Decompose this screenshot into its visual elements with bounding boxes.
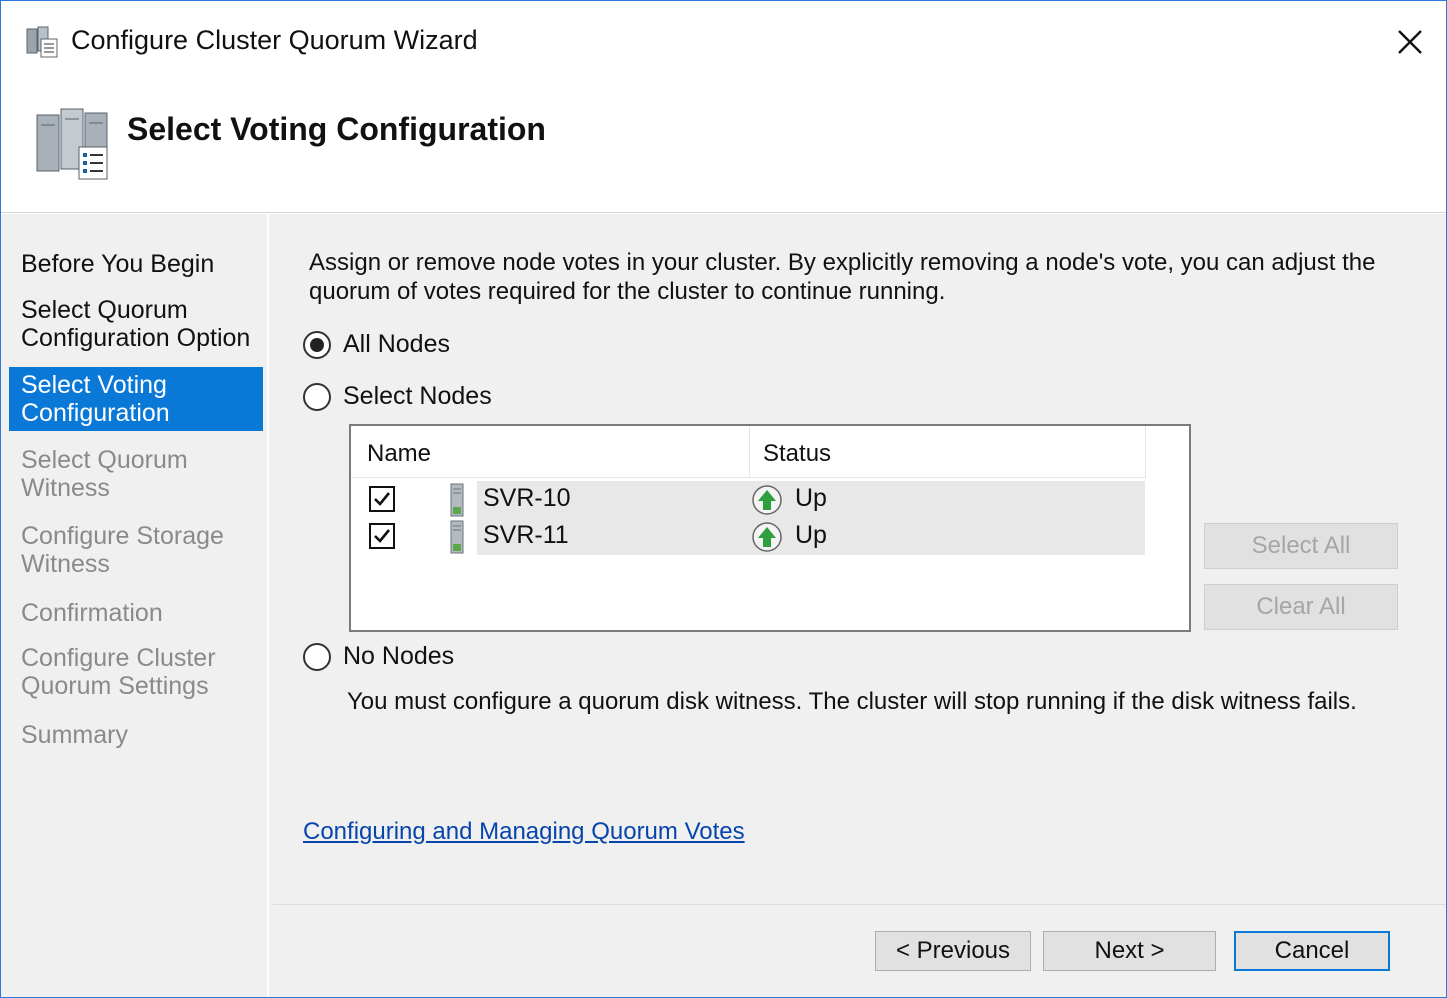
column-header-name[interactable]: Name bbox=[367, 440, 431, 468]
nodes-list: Name Status SVR-10 Up SVR-11 Up bbox=[349, 424, 1191, 632]
no-nodes-option[interactable]: No Nodes bbox=[303, 642, 454, 671]
checkmark-icon bbox=[374, 529, 391, 543]
column-divider[interactable] bbox=[749, 426, 750, 478]
step-summary: Summary bbox=[21, 721, 128, 749]
column-divider[interactable] bbox=[1145, 426, 1146, 478]
step-select-quorum-witness: Select Quorum Witness bbox=[21, 446, 188, 502]
node-status: Up bbox=[795, 484, 827, 512]
checkmark-icon bbox=[374, 492, 391, 506]
node-status: Up bbox=[795, 521, 827, 549]
table-row[interactable]: SVR-10 Up bbox=[351, 481, 1145, 518]
main-panel: Assign or remove node votes in your clus… bbox=[273, 214, 1446, 904]
no-nodes-radio[interactable] bbox=[303, 642, 331, 671]
cluster-servers-icon bbox=[36, 108, 108, 180]
table-row[interactable]: SVR-11 Up bbox=[351, 518, 1145, 555]
no-nodes-label: No Nodes bbox=[343, 642, 455, 670]
select-nodes-option[interactable]: Select Nodes bbox=[303, 382, 492, 411]
previous-button[interactable]: < Previous bbox=[875, 931, 1031, 971]
up-arrow-icon bbox=[752, 485, 782, 515]
step-configure-cluster-quorum-settings: Configure Cluster Quorum Settings bbox=[21, 644, 216, 700]
clear-all-button[interactable]: Clear All bbox=[1204, 584, 1398, 630]
step-before-you-begin: Before You Begin bbox=[21, 250, 215, 278]
title-bar: Configure Cluster Quorum Wizard bbox=[1, 1, 1446, 83]
cluster-wizard-icon bbox=[26, 26, 58, 58]
server-icon bbox=[450, 520, 464, 554]
node-name: SVR-10 bbox=[483, 484, 571, 512]
wizard-footer: < Previous Next > Cancel bbox=[273, 904, 1446, 997]
column-header-status[interactable]: Status bbox=[763, 440, 831, 468]
step-select-voting-configuration: Select Voting Configuration bbox=[9, 367, 263, 431]
nodes-list-header: Name Status bbox=[351, 426, 1146, 478]
step-confirmation: Confirmation bbox=[21, 599, 163, 627]
radio-selected-dot bbox=[310, 337, 324, 352]
all-nodes-option[interactable]: All Nodes bbox=[303, 330, 450, 359]
help-link[interactable]: Configuring and Managing Quorum Votes bbox=[303, 818, 745, 846]
intro-text: Assign or remove node votes in your clus… bbox=[309, 249, 1376, 305]
wizard-steps: Before You Begin Select Quorum Configura… bbox=[9, 214, 269, 997]
wizard-header: Select Voting Configuration bbox=[1, 83, 1446, 213]
step-select-quorum-configuration-option: Select Quorum Configuration Option bbox=[21, 296, 251, 352]
next-button[interactable]: Next > bbox=[1043, 931, 1216, 971]
step-configure-storage-witness: Configure Storage Witness bbox=[21, 522, 224, 578]
all-nodes-label: All Nodes bbox=[343, 330, 450, 358]
up-arrow-icon bbox=[752, 522, 782, 552]
window-title: Configure Cluster Quorum Wizard bbox=[71, 25, 478, 55]
select-nodes-label: Select Nodes bbox=[343, 382, 492, 410]
select-all-button[interactable]: Select All bbox=[1204, 523, 1398, 569]
content-area: Before You Begin Select Quorum Configura… bbox=[1, 214, 1446, 997]
node-checkbox[interactable] bbox=[369, 486, 395, 512]
select-nodes-radio[interactable] bbox=[303, 382, 331, 411]
node-name: SVR-11 bbox=[483, 521, 569, 549]
no-nodes-warning: You must configure a quorum disk witness… bbox=[347, 688, 1357, 715]
close-icon bbox=[1398, 30, 1422, 54]
wizard-window: Configure Cluster Quorum Wizard Select V… bbox=[0, 0, 1447, 998]
cancel-button[interactable]: Cancel bbox=[1234, 931, 1390, 971]
node-checkbox[interactable] bbox=[369, 523, 395, 549]
page-title: Select Voting Configuration bbox=[127, 111, 546, 147]
close-button[interactable] bbox=[1386, 19, 1434, 65]
server-icon bbox=[450, 483, 464, 517]
all-nodes-radio[interactable] bbox=[303, 330, 331, 359]
